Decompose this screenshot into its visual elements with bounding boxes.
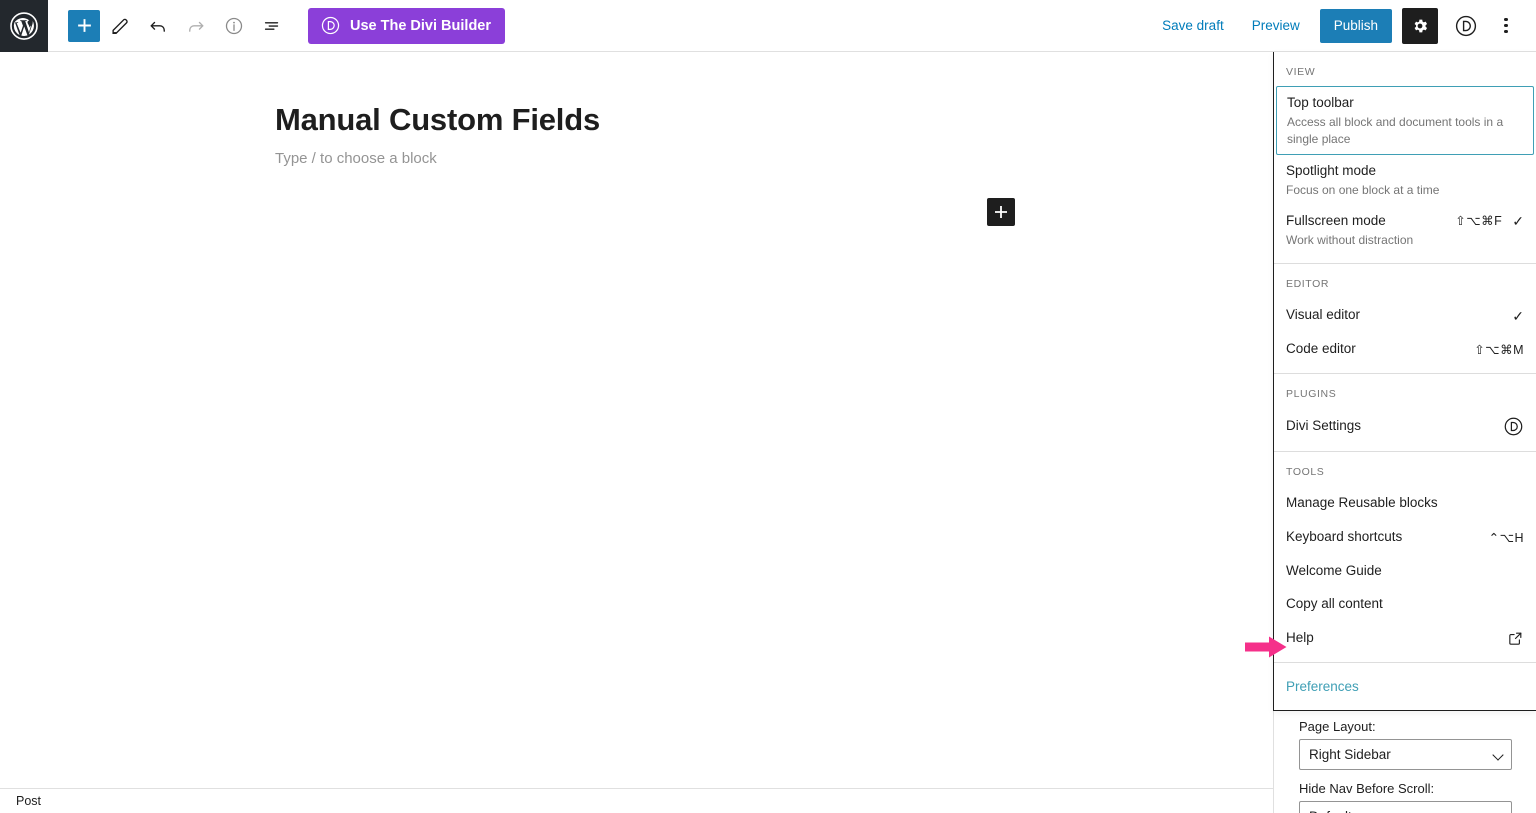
menu-item-visual-editor-title: Visual editor (1286, 307, 1361, 323)
publish-button[interactable]: Publish (1319, 8, 1392, 43)
menu-item-welcome-guide[interactable]: Welcome Guide (1274, 554, 1536, 588)
hide-nav-before-scroll-label: Hide Nav Before Scroll: (1299, 781, 1435, 796)
menu-item-code-editor[interactable]: Code editor ⇧⌥⌘M (1274, 332, 1536, 366)
pencil-icon (112, 18, 128, 34)
page-layout-value: Right Sidebar (1309, 747, 1391, 762)
menu-item-fullscreen-mode-shortcut: ⇧⌥⌘F (1455, 214, 1503, 229)
menu-item-copy-all-content[interactable]: Copy all content (1274, 587, 1536, 621)
divi-settings-toggle-button[interactable] (1448, 8, 1484, 44)
menu-group-label-editor: EDITOR (1286, 278, 1330, 291)
menu-group-label-plugins: PLUGINS (1286, 388, 1337, 401)
menu-section-plugins: PLUGINS Divi Settings (1274, 374, 1536, 453)
breadcrumb: Post (0, 788, 1273, 813)
plus-icon (995, 206, 1007, 218)
gear-icon (1414, 19, 1428, 32)
menu-item-divi-settings[interactable]: Divi Settings (1274, 408, 1536, 443)
editor-canvas: Manual Custom Fields Type / to choose a … (0, 52, 1273, 792)
menu-item-copy-all-content-title: Copy all content (1286, 596, 1383, 612)
menu-item-top-toolbar-subtitle: Access all block and document tools in a… (1287, 114, 1504, 146)
save-draft-button[interactable]: Save draft (1148, 18, 1238, 33)
menu-item-fullscreen-mode-subtitle: Work without distraction (1286, 232, 1414, 247)
menu-item-code-editor-shortcut: ⇧⌥⌘M (1474, 343, 1524, 358)
menu-group-label-tools: TOOLS (1286, 466, 1325, 479)
add-block-button[interactable] (68, 9, 100, 42)
hide-nav-before-scroll-select[interactable]: Default (1299, 801, 1512, 813)
list-view-icon (264, 21, 279, 30)
menu-item-top-toolbar-title: Top toolbar (1287, 95, 1354, 110)
block-inserter-button[interactable] (987, 198, 1015, 226)
external-link-icon (1509, 632, 1522, 645)
check-icon: ✓ (1512, 308, 1524, 325)
divi-circle-d-icon (1504, 418, 1523, 436)
divi-circle-d-icon (1455, 15, 1477, 36)
chevron-down-icon (1492, 749, 1504, 761)
preview-button[interactable]: Preview (1238, 18, 1314, 33)
divi-circle-d-icon (321, 16, 340, 35)
menu-item-fullscreen-mode-title: Fullscreen mode (1286, 213, 1386, 229)
page-layout-label: Page Layout: (1299, 719, 1376, 734)
redo-arrow-icon (189, 21, 204, 32)
hide-nav-before-scroll-value: Default (1309, 809, 1352, 813)
menu-item-visual-editor[interactable]: Visual editor ✓ (1274, 298, 1536, 332)
undo-arrow-icon (150, 21, 165, 32)
options-dropdown-menu: VIEW Top toolbar Access all block and do… (1273, 52, 1536, 712)
plus-icon (77, 19, 91, 32)
menu-section-preferences: Preferences (1274, 663, 1536, 710)
use-divi-builder-button[interactable]: Use The Divi Builder (308, 7, 506, 44)
top-bar-left-tools: Use The Divi Builder (48, 0, 506, 52)
menu-item-preferences[interactable]: Preferences (1274, 675, 1371, 698)
breadcrumb-item-post[interactable]: Post (16, 794, 41, 808)
page-layout-select[interactable]: Right Sidebar (1299, 739, 1512, 770)
use-divi-builder-label: Use The Divi Builder (350, 17, 492, 34)
menu-section-view: VIEW Top toolbar Access all block and do… (1274, 52, 1536, 265)
info-circle-icon (225, 17, 243, 34)
menu-item-spotlight-mode[interactable]: Spotlight mode Focus on one block at a t… (1274, 155, 1536, 205)
menu-item-welcome-guide-title: Welcome Guide (1286, 562, 1382, 578)
check-icon: ✓ (1512, 212, 1524, 229)
redo-button[interactable] (178, 8, 214, 44)
menu-item-manage-reusable-blocks[interactable]: Manage Reusable blocks (1274, 486, 1536, 520)
block-placeholder-text[interactable]: Type / to choose a block (275, 150, 437, 167)
menu-section-editor: EDITOR Visual editor ✓ Code editor ⇧⌥⌘M (1274, 264, 1536, 375)
undo-button[interactable] (140, 8, 176, 44)
settings-button[interactable] (1402, 7, 1438, 44)
wordpress-logo-icon[interactable] (0, 0, 48, 52)
menu-item-help[interactable]: Help (1274, 621, 1536, 655)
list-view-button[interactable] (254, 8, 290, 44)
tools-pencil-button[interactable] (102, 8, 138, 44)
menu-item-code-editor-title: Code editor (1286, 340, 1356, 356)
page-title[interactable]: Manual Custom Fields (275, 102, 600, 138)
menu-item-keyboard-shortcuts-shortcut: ⌃⌥H (1488, 531, 1524, 546)
more-options-button[interactable] (1490, 8, 1522, 44)
menu-item-fullscreen-mode[interactable]: Fullscreen mode Work without distraction… (1274, 205, 1536, 255)
top-bar-right-tools: Save draft Preview Publish (1148, 0, 1536, 52)
menu-item-manage-reusable-blocks-title: Manage Reusable blocks (1286, 495, 1438, 511)
menu-group-label-view: VIEW (1286, 66, 1316, 78)
editor-top-bar: Use The Divi Builder Save draft Preview … (0, 0, 1536, 52)
document-info-button[interactable] (216, 8, 252, 44)
menu-item-help-title: Help (1286, 629, 1314, 645)
kebab-menu-icon (1504, 23, 1508, 28)
menu-item-spotlight-mode-subtitle: Focus on one block at a time (1286, 182, 1440, 197)
menu-item-top-toolbar[interactable]: Top toolbar Access all block and documen… (1276, 86, 1534, 156)
menu-item-keyboard-shortcuts-title: Keyboard shortcuts (1286, 529, 1403, 545)
menu-section-tools: TOOLS Manage Reusable blocks Keyboard sh… (1274, 452, 1536, 664)
menu-item-divi-settings-title: Divi Settings (1286, 418, 1362, 434)
menu-item-keyboard-shortcuts[interactable]: Keyboard shortcuts ⌃⌥H (1274, 520, 1536, 554)
menu-item-spotlight-mode-title: Spotlight mode (1286, 163, 1377, 179)
